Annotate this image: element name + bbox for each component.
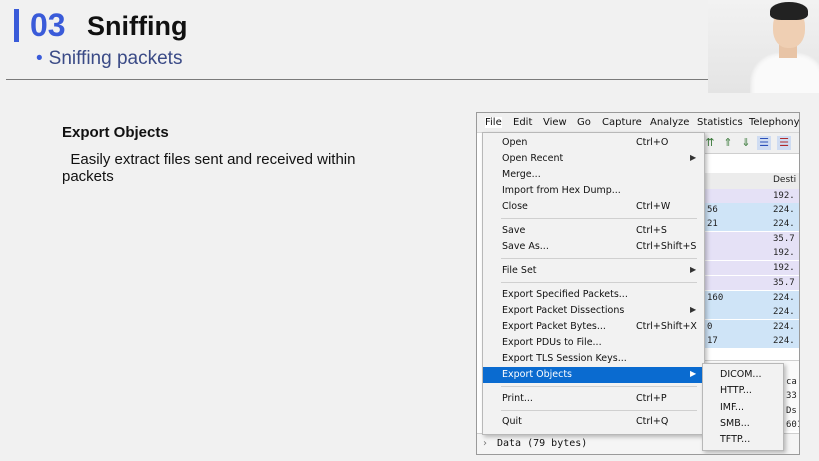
content-body-text: Easily extract files sent and received w… — [62, 151, 356, 185]
menu-item-save-as[interactable]: Save As... Ctrl+Shift+S — [483, 239, 704, 255]
go-to-first-icon[interactable]: ⇈ — [703, 136, 717, 150]
menu-bar: File Edit View Go Capture Analyze Statis… — [477, 113, 799, 133]
content-title: Export Objects — [62, 124, 169, 141]
packet-row[interactable]: 35.7 — [703, 276, 799, 290]
bullet-icon: • — [36, 48, 43, 69]
menu-item-export-packet-dissections[interactable]: Export Packet Dissections ▶ — [483, 303, 704, 319]
packet-row[interactable]: 224. — [703, 305, 799, 319]
menu-item-quit[interactable]: Quit Ctrl+Q — [483, 414, 704, 430]
menu-edit[interactable]: Edit — [513, 117, 532, 128]
menu-separator — [501, 386, 697, 387]
submenu-item-tftp[interactable]: TFTP... — [720, 434, 750, 445]
menu-item-export-objects[interactable]: Export Objects ▶ — [483, 367, 704, 383]
packet-row[interactable]: 192. — [703, 261, 799, 275]
menu-item-close[interactable]: Close Ctrl+W — [483, 199, 704, 215]
packet-list-header: Desti — [703, 173, 799, 190]
subtitle: • Sniffing packets — [36, 47, 182, 71]
menu-separator — [501, 258, 697, 259]
autoscroll-icon[interactable]: ☰ — [757, 136, 771, 150]
menu-capture[interactable]: Capture — [602, 117, 642, 128]
submenu-arrow-icon: ▶ — [690, 305, 697, 314]
menu-statistics[interactable]: Statistics — [697, 117, 743, 128]
destination-column-header[interactable]: Desti — [773, 175, 796, 185]
menu-item-import-hex-dump[interactable]: Import from Hex Dump... — [483, 183, 704, 199]
packet-row[interactable]: 21 224. — [703, 217, 799, 231]
go-down-icon[interactable]: ⇓ — [739, 136, 753, 150]
submenu-item-smb[interactable]: SMB... — [720, 418, 750, 429]
expand-chevron-icon[interactable]: › — [483, 438, 487, 449]
menu-telephony[interactable]: Telephony — [749, 117, 799, 128]
menu-item-merge[interactable]: Merge... — [483, 167, 704, 183]
go-up-icon[interactable]: ⇑ — [721, 136, 735, 150]
packet-row[interactable]: 17 224. — [703, 334, 799, 348]
header-divider — [6, 79, 708, 80]
packet-row[interactable]: 35.7 — [703, 232, 799, 246]
colorize-icon[interactable]: ☰ — [777, 136, 791, 150]
section-title: Sniffing — [87, 11, 188, 41]
menu-separator — [501, 410, 697, 411]
packet-row[interactable]: 160 224. — [703, 291, 799, 305]
detail-fragment: Ds — [786, 406, 797, 416]
wireshark-screenshot: File Edit View Go Capture Analyze Statis… — [476, 112, 800, 455]
content-body: Easily extract files sent and received w… — [62, 151, 402, 185]
menu-item-export-pdus[interactable]: Export PDUs to File... — [483, 335, 704, 351]
menu-separator — [501, 218, 697, 219]
menu-analyze[interactable]: Analyze — [650, 117, 689, 128]
detail-fragment: 601 — [786, 420, 799, 430]
section-accent-bar — [14, 9, 19, 42]
menu-item-export-packet-bytes[interactable]: Export Packet Bytes... Ctrl+Shift+X — [483, 319, 704, 335]
data-bytes-label[interactable]: Data (79 bytes) — [497, 438, 587, 449]
submenu-arrow-icon: ▶ — [690, 265, 697, 274]
submenu-arrow-icon: ▶ — [690, 369, 697, 378]
menu-item-print[interactable]: Print... Ctrl+P — [483, 391, 704, 407]
export-objects-submenu: DICOM... HTTP... IMF... SMB... TFTP... — [702, 363, 784, 451]
submenu-item-http[interactable]: HTTP... — [720, 385, 752, 396]
file-menu-dropdown: Open Ctrl+O Open Recent ▶ Merge... Import … — [482, 132, 705, 435]
detail-fragment: ca — [786, 377, 797, 387]
detail-fragment: 33: — [786, 391, 799, 401]
menu-go[interactable]: Go — [577, 117, 591, 128]
packet-row[interactable]: 192. — [703, 189, 799, 203]
menu-item-file-set[interactable]: File Set ▶ — [483, 263, 704, 279]
packet-row[interactable]: 0 224. — [703, 320, 799, 334]
presenter-webcam — [708, 0, 819, 93]
main-toolbar: ⇈ ⇑ ⇓ ☰ ☰ — [703, 133, 799, 154]
packet-row[interactable]: 192. — [703, 246, 799, 260]
menu-item-open[interactable]: Open Ctrl+O — [483, 135, 704, 151]
submenu-item-imf[interactable]: IMF... — [720, 402, 744, 413]
menu-item-export-tls-keys[interactable]: Export TLS Session Keys... — [483, 351, 704, 367]
menu-item-open-recent[interactable]: Open Recent ▶ — [483, 151, 704, 167]
submenu-arrow-icon: ▶ — [690, 153, 697, 162]
submenu-item-dicom[interactable]: DICOM... — [720, 369, 761, 380]
menu-item-save[interactable]: Save Ctrl+S — [483, 223, 704, 239]
menu-view[interactable]: View — [543, 117, 567, 128]
section-number: 03 — [30, 7, 66, 43]
subtitle-text: Sniffing packets — [48, 48, 183, 69]
menu-file[interactable]: File — [485, 117, 502, 128]
packet-row[interactable]: 56 224. — [703, 203, 799, 217]
menu-item-export-specified-packets[interactable]: Export Specified Packets... — [483, 287, 704, 303]
menu-separator — [501, 282, 697, 283]
